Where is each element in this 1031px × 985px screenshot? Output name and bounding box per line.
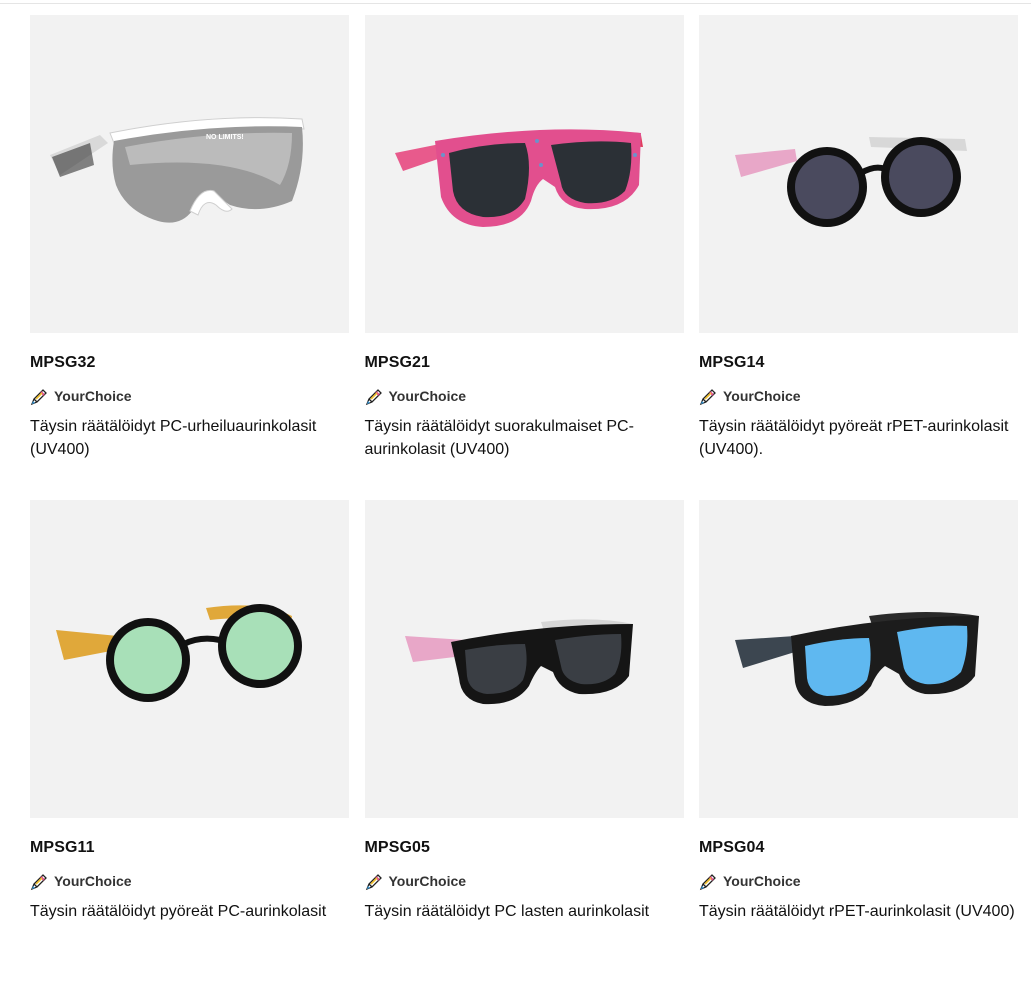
pencil-icon [30,387,49,406]
product-title[interactable]: Täysin räätälöidyt suorakulmaiset PC-aur… [365,415,681,461]
product-image[interactable] [364,15,684,333]
product-card[interactable]: MPSG21 YourChoice Täysin räätälöidyt suo… [364,15,684,500]
brand-badge: YourChoice [365,386,684,406]
product-card[interactable]: MPSG05 YourChoice Täysin räätälöidyt PC … [364,500,684,985]
brand-badge: YourChoice [699,871,1018,891]
brand-badge: YourChoice [30,871,349,891]
brand-label: YourChoice [388,873,467,889]
brand-label: YourChoice [723,873,801,889]
pencil-icon [365,387,384,406]
kids-sunglasses-image [404,619,633,705]
rectangular-sunglasses-image [394,129,643,227]
brand-label: YourChoice [54,873,132,889]
round-sunglasses-image [735,137,967,227]
pencil-icon [699,387,718,406]
print-text: NO LIMITS! [206,134,244,141]
product-sku[interactable]: MPSG21 [365,353,684,373]
product-grid: NO LIMITS! MPSG32 YourChoice Täysin räät… [30,15,1018,985]
product-sku[interactable]: MPSG04 [699,838,1018,858]
product-sku[interactable]: MPSG05 [365,838,684,858]
pencil-icon [30,872,49,891]
product-sku[interactable]: MPSG11 [30,838,349,858]
product-title[interactable]: Täysin räätälöidyt pyöreät PC-aurinkolas… [30,900,346,923]
product-image[interactable] [364,500,684,818]
sport-sunglasses-image: NO LIMITS! [50,117,305,223]
brand-label: YourChoice [723,388,801,404]
product-sku[interactable]: MPSG32 [30,353,349,373]
blue-mirror-sunglasses-image [735,612,979,706]
product-image[interactable] [699,500,1018,818]
product-card[interactable]: NO LIMITS! MPSG32 YourChoice Täysin räät… [30,15,349,500]
product-title[interactable]: Täysin räätälöidyt PC-urheiluaurinkolasi… [30,415,346,461]
product-title[interactable]: Täysin räätälöidyt rPET-aurinkolasit (UV… [699,900,1015,923]
product-card[interactable]: MPSG11 YourChoice Täysin räätälöidyt pyö… [30,500,349,985]
header-divider [0,3,1031,4]
brand-badge: YourChoice [365,871,684,891]
brand-label: YourChoice [54,388,132,404]
brand-badge: YourChoice [699,386,1018,406]
product-title[interactable]: Täysin räätälöidyt PC lasten aurinkolasi… [365,900,681,923]
product-card[interactable]: MPSG04 YourChoice Täysin räätälöidyt rPE… [699,500,1018,985]
brand-label: YourChoice [388,388,467,404]
product-sku[interactable]: MPSG14 [699,353,1018,373]
product-image[interactable] [30,500,349,818]
brand-badge: YourChoice [30,386,349,406]
product-image[interactable] [699,15,1018,333]
round-mirror-sunglasses-image [56,604,302,702]
pencil-icon [699,872,718,891]
product-title[interactable]: Täysin räätälöidyt pyöreät rPET-aurinkol… [699,415,1015,461]
product-image[interactable]: NO LIMITS! [30,15,349,333]
product-card[interactable]: MPSG14 YourChoice Täysin räätälöidyt pyö… [699,15,1018,500]
pencil-icon [365,872,384,891]
